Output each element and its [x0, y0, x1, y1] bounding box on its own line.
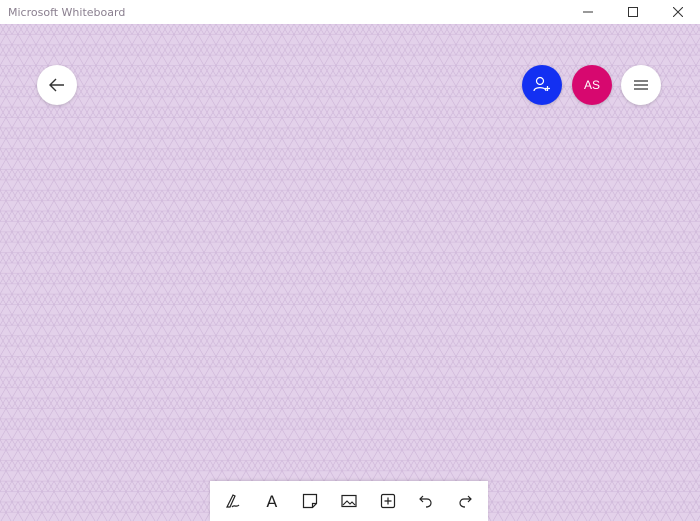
undo-button[interactable]: [410, 485, 442, 517]
maximize-button[interactable]: [610, 0, 655, 24]
hamburger-icon: [634, 80, 648, 90]
window-controls: [565, 0, 700, 24]
sticky-note-button[interactable]: [294, 485, 326, 517]
image-button[interactable]: [333, 485, 365, 517]
undo-icon: [419, 495, 432, 508]
whiteboard-window: Microsoft Whiteboard AS A: [0, 0, 700, 521]
title-bar: Microsoft Whiteboard: [0, 0, 700, 24]
minimize-icon: [582, 11, 593, 13]
text-tool-label: A: [266, 491, 278, 511]
redo-button[interactable]: [449, 485, 481, 517]
sticky-note-icon: [303, 493, 318, 509]
bottom-toolbar: A: [210, 481, 488, 521]
menu-button[interactable]: [621, 65, 661, 105]
avatar-initials: AS: [583, 78, 600, 92]
pen-tool-button[interactable]: [217, 485, 249, 517]
whiteboard-canvas[interactable]: AS: [0, 24, 700, 521]
insert-icon: [380, 493, 395, 509]
arrow-left-icon: [49, 78, 64, 92]
user-avatar[interactable]: AS: [572, 65, 612, 105]
invite-button[interactable]: [522, 65, 562, 105]
close-icon: [672, 7, 683, 17]
back-button[interactable]: [37, 65, 77, 105]
maximize-icon: [627, 7, 638, 17]
redo-icon: [459, 495, 472, 508]
window-title: Microsoft Whiteboard: [8, 5, 126, 19]
add-person-icon: [533, 76, 550, 92]
image-icon: [341, 494, 357, 508]
close-button[interactable]: [655, 0, 700, 24]
insert-button[interactable]: [372, 485, 404, 517]
pen-icon: [226, 494, 240, 508]
minimize-button[interactable]: [565, 0, 610, 24]
text-tool-button[interactable]: A: [256, 485, 288, 517]
